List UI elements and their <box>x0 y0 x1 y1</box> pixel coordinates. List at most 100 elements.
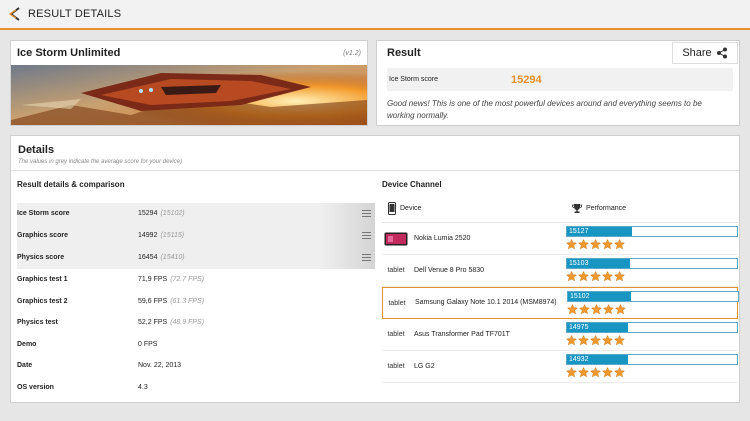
performance-column-label: Performance <box>586 205 627 212</box>
result-detail-row: Demo 0 FPS <box>17 334 375 356</box>
star-icon <box>602 335 613 346</box>
score-bar: 15103 <box>566 258 738 269</box>
device-row[interactable]: tablet LG G2 14932 <box>382 351 738 383</box>
star-icon <box>603 304 614 315</box>
star-icon <box>566 271 577 282</box>
share-label: Share <box>682 47 712 59</box>
detail-label: Physics score <box>17 254 65 262</box>
detail-label: Ice Storm score <box>17 210 70 218</box>
score-value: 15294 <box>511 73 542 86</box>
performance-cell: 14975 <box>566 322 738 346</box>
result-detail-row[interactable]: Graphics score 14992 (15115) <box>17 225 375 247</box>
app-header: RESULT DETAILS <box>0 0 750 30</box>
star-icon <box>590 335 601 346</box>
star-icon <box>567 304 578 315</box>
score-bar-fill: 15127 <box>567 227 632 236</box>
detail-label: Physics test <box>17 319 58 327</box>
details-panel: Details The values in grey indicate the … <box>10 135 740 403</box>
device-row[interactable]: tablet Asus Transformer Pad TF701T 14975 <box>382 319 738 351</box>
star-icon <box>578 335 589 346</box>
detail-label: Date <box>17 362 33 370</box>
expand-menu-icon[interactable] <box>362 254 371 263</box>
performance-cell: 14932 <box>566 354 738 378</box>
tablet-thumb: tablet <box>387 331 405 338</box>
device-channel-header: Device Performance <box>382 195 738 223</box>
device-channel-title: Device Channel <box>382 180 442 189</box>
star-icon <box>602 271 613 282</box>
tablet-thumb: tablet <box>387 267 405 274</box>
star-icon <box>602 239 613 250</box>
score-bar: 15127 <box>566 226 738 237</box>
star-icon <box>579 304 590 315</box>
test-version: (v1.2) <box>343 49 361 57</box>
device-row[interactable]: Nokia Lumia 2520 15127 <box>382 223 738 255</box>
device-name: Samsung Galaxy Note 10.1 2014 (MSM8974) <box>415 299 557 306</box>
device-score: 15103 <box>569 260 589 267</box>
result-detail-row: OS version 4.3 <box>17 377 375 399</box>
star-icon <box>578 239 589 250</box>
result-detail-row[interactable]: Physics score 16454 (15410) <box>17 247 375 269</box>
score-bar-fill: 15102 <box>568 292 631 301</box>
result-detail-row: Physics test 52,2 FPS (48.9 FPS) <box>17 312 375 334</box>
star-icon <box>578 271 589 282</box>
expand-menu-icon[interactable] <box>362 210 371 219</box>
detail-value: 59,6 FPS <box>138 297 168 305</box>
star-icon <box>614 239 625 250</box>
detail-label: Graphics score <box>17 232 68 240</box>
star-icon <box>566 239 577 250</box>
result-title: Result <box>387 47 421 59</box>
detail-value: 52,2 FPS <box>138 319 168 327</box>
device-column-label: Device <box>400 205 422 212</box>
details-title: Details <box>18 144 55 156</box>
star-icon <box>566 335 577 346</box>
device-channel-column: Device Channel Device Performance Nokia <box>382 180 739 383</box>
detail-value: 4.3 <box>138 383 148 391</box>
device-name: Dell Venue 8 Pro 5830 <box>414 266 485 274</box>
detail-value: 16454 <box>138 254 158 262</box>
score-bar-fill: 14932 <box>567 355 629 364</box>
star-icon <box>614 367 625 378</box>
result-details-column: Result details & comparison Ice Storm sc… <box>17 180 375 398</box>
score-row: Ice Storm score 15294 <box>387 68 733 91</box>
tablet-thumb: tablet <box>388 299 406 307</box>
detail-average: (72.7 FPS) <box>170 276 205 284</box>
detail-value: 71,9 FPS <box>138 276 168 284</box>
detail-average: (15410) <box>160 254 185 262</box>
score-bar-fill: 14975 <box>567 323 629 332</box>
detail-average: (15102) <box>160 210 185 218</box>
result-detail-row: Graphics test 2 59,6 FPS (61.3 FPS) <box>17 291 375 313</box>
share-button[interactable]: Share <box>672 42 738 64</box>
test-name: Ice Storm Unlimited <box>17 47 121 59</box>
star-icon <box>578 367 589 378</box>
tablet-thumb: tablet <box>387 363 405 370</box>
device-row[interactable]: tablet Samsung Galaxy Note 10.1 2014 (MSM… <box>382 287 739 319</box>
detail-value: 14992 <box>138 232 158 240</box>
device-row[interactable]: tablet Dell Venue 8 Pro 5830 15103 <box>382 255 738 287</box>
result-details-title: Result details & comparison <box>17 180 125 189</box>
star-rating <box>566 335 738 346</box>
result-detail-row[interactable]: Ice Storm score 15294 (15102) <box>17 203 375 225</box>
performance-cell: 15103 <box>566 258 738 282</box>
detail-value: Nov. 22, 2013 <box>138 362 182 370</box>
star-icon <box>614 271 625 282</box>
divider <box>11 170 739 171</box>
back-logo-icon[interactable] <box>4 3 26 25</box>
expand-menu-icon[interactable] <box>362 232 371 241</box>
score-bar: 14975 <box>566 322 738 333</box>
phone-icon <box>388 202 396 215</box>
detail-label: OS version <box>17 383 54 391</box>
star-rating <box>567 304 739 315</box>
performance-cell: 15102 <box>567 291 739 315</box>
star-rating <box>566 271 738 282</box>
device-score: 14932 <box>569 356 589 363</box>
detail-value: 15294 <box>138 210 158 218</box>
result-panel: Result Share Ice Storm score 15294 Good … <box>376 40 740 126</box>
detail-label: Graphics test 1 <box>17 276 68 284</box>
detail-label: Demo <box>17 340 37 348</box>
detail-average: (61.3 FPS) <box>170 297 205 305</box>
star-icon <box>615 304 626 315</box>
page-title: RESULT DETAILS <box>28 8 122 20</box>
star-icon <box>591 304 602 315</box>
score-bar: 15102 <box>567 291 739 302</box>
device-name: Asus Transformer Pad TF701T <box>414 330 510 338</box>
